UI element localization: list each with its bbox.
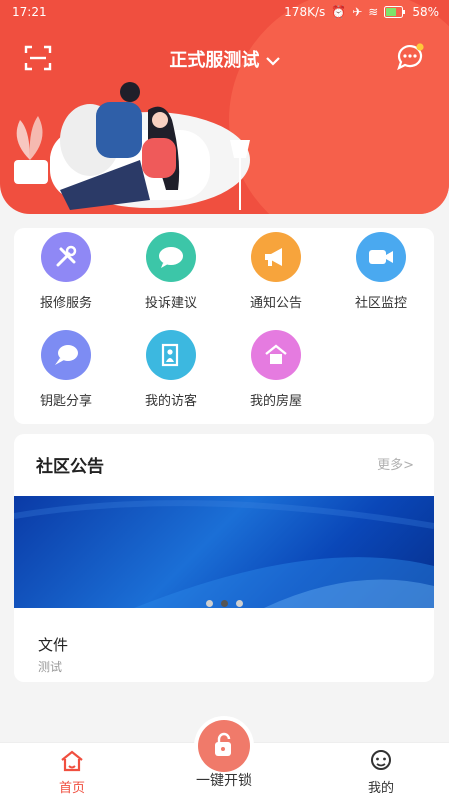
status-right: 178K/s ⏰ ✈ ≋ 58% xyxy=(284,5,439,19)
wrench-icon xyxy=(41,232,91,282)
house-icon xyxy=(251,330,301,380)
notice-title: 社区公告 xyxy=(36,457,104,477)
network-speed: 178K/s xyxy=(284,5,326,19)
hero-banner: 17:21 178K/s ⏰ ✈ ≋ 58% 正式服测试 xyxy=(0,0,449,214)
notice-item-subtitle: 测试 xyxy=(38,660,63,674)
carousel-dot[interactable] xyxy=(235,600,243,607)
service-repair[interactable]: 报修服务 xyxy=(14,232,118,311)
battery-level: 58% xyxy=(412,5,439,19)
lock-icon xyxy=(215,732,231,756)
chevron-down-icon xyxy=(265,57,280,66)
unlock-button[interactable] xyxy=(198,720,250,772)
service-visitor[interactable]: 我的访客 xyxy=(119,330,223,409)
key-share-icon xyxy=(41,330,91,380)
service-label: 报修服务 xyxy=(39,296,92,311)
banner-shine xyxy=(14,500,434,608)
status-time: 17:21 xyxy=(12,5,47,19)
service-label: 投诉建议 xyxy=(144,296,197,311)
tab-me[interactable]: 我的 xyxy=(336,749,426,796)
service-key-share[interactable]: 钥匙分享 xyxy=(14,330,118,409)
status-bar: 17:21 178K/s ⏰ ✈ ≋ 58% xyxy=(0,0,449,24)
tab-home-label: 首页 xyxy=(58,781,85,796)
community-selector[interactable]: 正式服测试 xyxy=(0,46,449,72)
notice-banner-image[interactable] xyxy=(14,496,434,608)
visitor-icon xyxy=(146,330,196,380)
notice-card: 社区公告 更多> 文件 测试 xyxy=(14,434,434,682)
home-icon xyxy=(61,750,83,772)
service-label: 社区监控 xyxy=(354,296,407,311)
carousel-dot-active[interactable] xyxy=(220,600,228,607)
service-monitor[interactable]: 社区监控 xyxy=(329,232,433,311)
user-face-icon xyxy=(371,750,391,770)
wifi-icon: ≋ xyxy=(368,5,379,19)
community-name: 正式服测试 xyxy=(169,50,260,71)
battery-icon xyxy=(384,6,406,18)
carousel-dot[interactable] xyxy=(205,600,213,607)
camera-icon xyxy=(356,232,406,282)
message-icon[interactable] xyxy=(395,42,425,72)
chat-bubble-icon xyxy=(146,232,196,282)
couple-illustration xyxy=(14,82,250,210)
alarm-icon: ⏰ xyxy=(331,5,347,19)
service-label: 钥匙分享 xyxy=(39,394,92,409)
service-label: 通知公告 xyxy=(249,296,302,311)
service-label: 我的房屋 xyxy=(249,394,302,409)
service-notice[interactable]: 通知公告 xyxy=(224,232,328,311)
top-bar: 正式服测试 xyxy=(0,36,449,80)
service-complaint[interactable]: 投诉建议 xyxy=(119,232,223,311)
megaphone-icon xyxy=(251,232,301,282)
service-house[interactable]: 我的房屋 xyxy=(224,330,328,409)
airplane-icon: ✈ xyxy=(352,5,363,19)
notice-item-title[interactable]: 文件 xyxy=(38,634,68,655)
unlock-label: 一键开锁 xyxy=(196,773,252,789)
notice-more-link[interactable]: 更多> xyxy=(377,454,414,473)
carousel-dots[interactable] xyxy=(14,600,434,607)
tab-home[interactable]: 首页 xyxy=(27,749,117,796)
services-grid: 报修服务 投诉建议 通知公告 社区监控 钥匙分享 我的访客 我的房屋 xyxy=(14,228,434,424)
service-label: 我的访客 xyxy=(144,394,197,409)
tab-me-label: 我的 xyxy=(367,781,394,796)
unlock-button-wrap xyxy=(194,716,254,776)
